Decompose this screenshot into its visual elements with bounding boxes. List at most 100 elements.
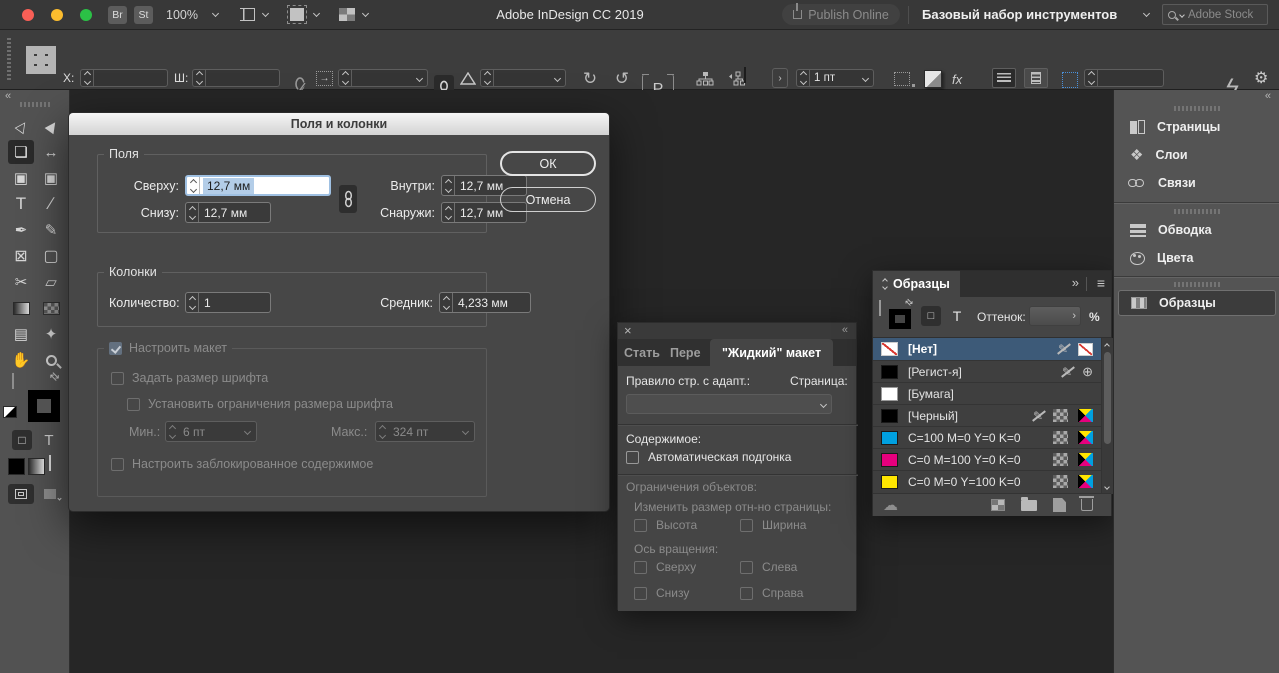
font-size-checkbox[interactable]: [111, 372, 124, 385]
scale-x-input[interactable]: [338, 69, 428, 87]
fill-color-swatch[interactable]: [744, 67, 746, 83]
swatch-row[interactable]: C=0 M=100 Y=0 K=0: [873, 448, 1101, 470]
apply-none-button[interactable]: [49, 455, 51, 471]
columns-count-field[interactable]: 1: [185, 292, 271, 313]
gutter-stepper[interactable]: [440, 293, 453, 312]
tab-liquid-layout[interactable]: "Жидкий" макет: [710, 339, 833, 366]
margins-chain-button[interactable]: [339, 185, 357, 213]
swatches-container-button[interactable]: □: [921, 306, 941, 326]
margin-bottom-field[interactable]: 12,7 мм: [185, 202, 271, 223]
close-icon[interactable]: ×: [624, 323, 632, 338]
pin-right-checkbox[interactable]: [740, 587, 753, 600]
adjust-layout-checkbox[interactable]: [109, 342, 122, 355]
tool-content-placer[interactable]: ▣: [38, 166, 64, 190]
dock-item-links[interactable]: Связи: [1118, 170, 1276, 196]
view-options-icon[interactable]: [240, 8, 255, 21]
toolbar-stroke-swatch[interactable]: [28, 390, 60, 422]
new-swatch-icon[interactable]: [1053, 498, 1066, 512]
rotate-ccw-button[interactable]: ↺: [610, 68, 634, 90]
tool-selection[interactable]: ▷: [4, 108, 39, 143]
default-fill-stroke-icon[interactable]: [3, 406, 17, 418]
apply-color-button[interactable]: [8, 458, 25, 475]
dock-item-swatches[interactable]: Образцы: [1118, 290, 1276, 316]
rotate-cw-button[interactable]: ↻: [578, 68, 602, 90]
scroll-down-icon[interactable]: [1104, 484, 1110, 490]
pin-top-checkbox[interactable]: [634, 561, 647, 574]
window-arrange-chevron-icon[interactable]: [362, 10, 369, 17]
height-checkbox[interactable]: [634, 519, 647, 532]
panel-expand-icon[interactable]: »: [1072, 275, 1079, 290]
tool-note[interactable]: ▤: [8, 322, 34, 346]
pin-left-checkbox[interactable]: [740, 561, 753, 574]
formatting-container-button[interactable]: □: [12, 430, 32, 450]
workspace-chevron-icon[interactable]: [1143, 10, 1150, 17]
tool-line[interactable]: ∕: [38, 192, 64, 216]
reference-point-grid[interactable]: [26, 46, 56, 74]
swatches-tab[interactable]: Образцы: [873, 271, 960, 297]
screen-mode-icon[interactable]: [290, 8, 304, 21]
apply-gradient-button[interactable]: [28, 458, 45, 475]
toolbar-fill-swatch[interactable]: [12, 373, 14, 389]
zoom-level-chevron-icon[interactable]: [212, 10, 219, 17]
panel-collapse-icon[interactable]: «: [842, 324, 848, 336]
tint-input[interactable]: ›: [1029, 306, 1081, 326]
rule-select[interactable]: [626, 394, 832, 414]
tint-expand-icon[interactable]: ›: [1072, 310, 1076, 322]
scrollbar-thumb[interactable]: [1104, 352, 1111, 444]
columns-count-stepper[interactable]: [186, 293, 199, 312]
new-swatch-group-icon[interactable]: [991, 499, 1005, 511]
scale-x-stepper[interactable]: [339, 70, 352, 86]
swatch-row[interactable]: [Нет] ✎: [873, 338, 1101, 360]
dock-drag-handle[interactable]: [1174, 106, 1220, 111]
min-stepper[interactable]: [166, 422, 179, 441]
x-input[interactable]: [80, 69, 168, 87]
text-wrap-bounding-button[interactable]: [1024, 68, 1048, 88]
locked-content-checkbox[interactable]: [111, 458, 124, 471]
view-mode-preview-button[interactable]: [42, 484, 62, 504]
swatches-fill-proxy[interactable]: [879, 300, 881, 316]
view-mode-normal-button[interactable]: [8, 484, 34, 504]
dock-drag-handle[interactable]: [1174, 209, 1220, 214]
bridge-button[interactable]: Br: [108, 6, 127, 24]
margin-outside-stepper[interactable]: [442, 203, 455, 222]
tool-free-transform[interactable]: ▱: [38, 270, 64, 294]
width-checkbox[interactable]: [740, 519, 753, 532]
tool-content-collector[interactable]: ▣: [8, 166, 34, 190]
dialog-titlebar[interactable]: Поля и колонки: [69, 113, 609, 135]
window-arrange-icon[interactable]: [339, 8, 355, 21]
dock-item-color[interactable]: Цвета: [1118, 245, 1276, 271]
tools-collapse-icon[interactable]: «: [5, 90, 11, 102]
tool-scissors[interactable]: ✂: [8, 270, 34, 294]
fill-color-expand-button[interactable]: ›: [772, 68, 788, 88]
rotation-angle-input[interactable]: [480, 69, 566, 87]
tool-hand[interactable]: ✋: [8, 348, 34, 372]
search-scope-chevron-icon[interactable]: [1179, 12, 1185, 18]
ok-button[interactable]: ОК: [500, 151, 596, 176]
tool-page[interactable]: ❏: [8, 140, 34, 164]
view-options-chevron-icon[interactable]: [262, 10, 269, 17]
margin-bottom-stepper[interactable]: [186, 203, 199, 222]
stroke-weight-stepper[interactable]: [797, 70, 810, 86]
tool-type[interactable]: T: [8, 192, 34, 216]
traffic-close-button[interactable]: [22, 9, 34, 21]
tool-zoom[interactable]: [38, 348, 64, 372]
new-folder-icon[interactable]: [1021, 500, 1037, 511]
traffic-minimize-button[interactable]: [51, 9, 63, 21]
dock-drag-handle[interactable]: [1174, 282, 1220, 287]
tab-overrides[interactable]: Пере: [670, 346, 701, 360]
text-wrap-none-button[interactable]: [992, 68, 1016, 88]
object-style-input[interactable]: [1084, 69, 1164, 87]
swatches-stroke-proxy[interactable]: [889, 309, 911, 329]
delete-swatch-icon[interactable]: [1081, 499, 1093, 511]
min-select[interactable]: 6 пт: [165, 421, 257, 442]
max-select[interactable]: 324 пт: [375, 421, 475, 442]
margin-top-field[interactable]: 12,7 мм: [185, 175, 331, 196]
stock-search-box[interactable]: Adobe Stock: [1162, 4, 1268, 25]
tool-gradient[interactable]: [8, 296, 34, 320]
cc-libraries-icon[interactable]: ☁: [883, 496, 898, 514]
screen-mode-chevron-icon[interactable]: [313, 10, 320, 17]
tool-pencil[interactable]: ✎: [38, 218, 64, 242]
swatches-text-button[interactable]: T: [949, 306, 965, 326]
gutter-field[interactable]: 4,233 мм: [439, 292, 531, 313]
dock-item-pages[interactable]: Страницы: [1118, 114, 1276, 140]
